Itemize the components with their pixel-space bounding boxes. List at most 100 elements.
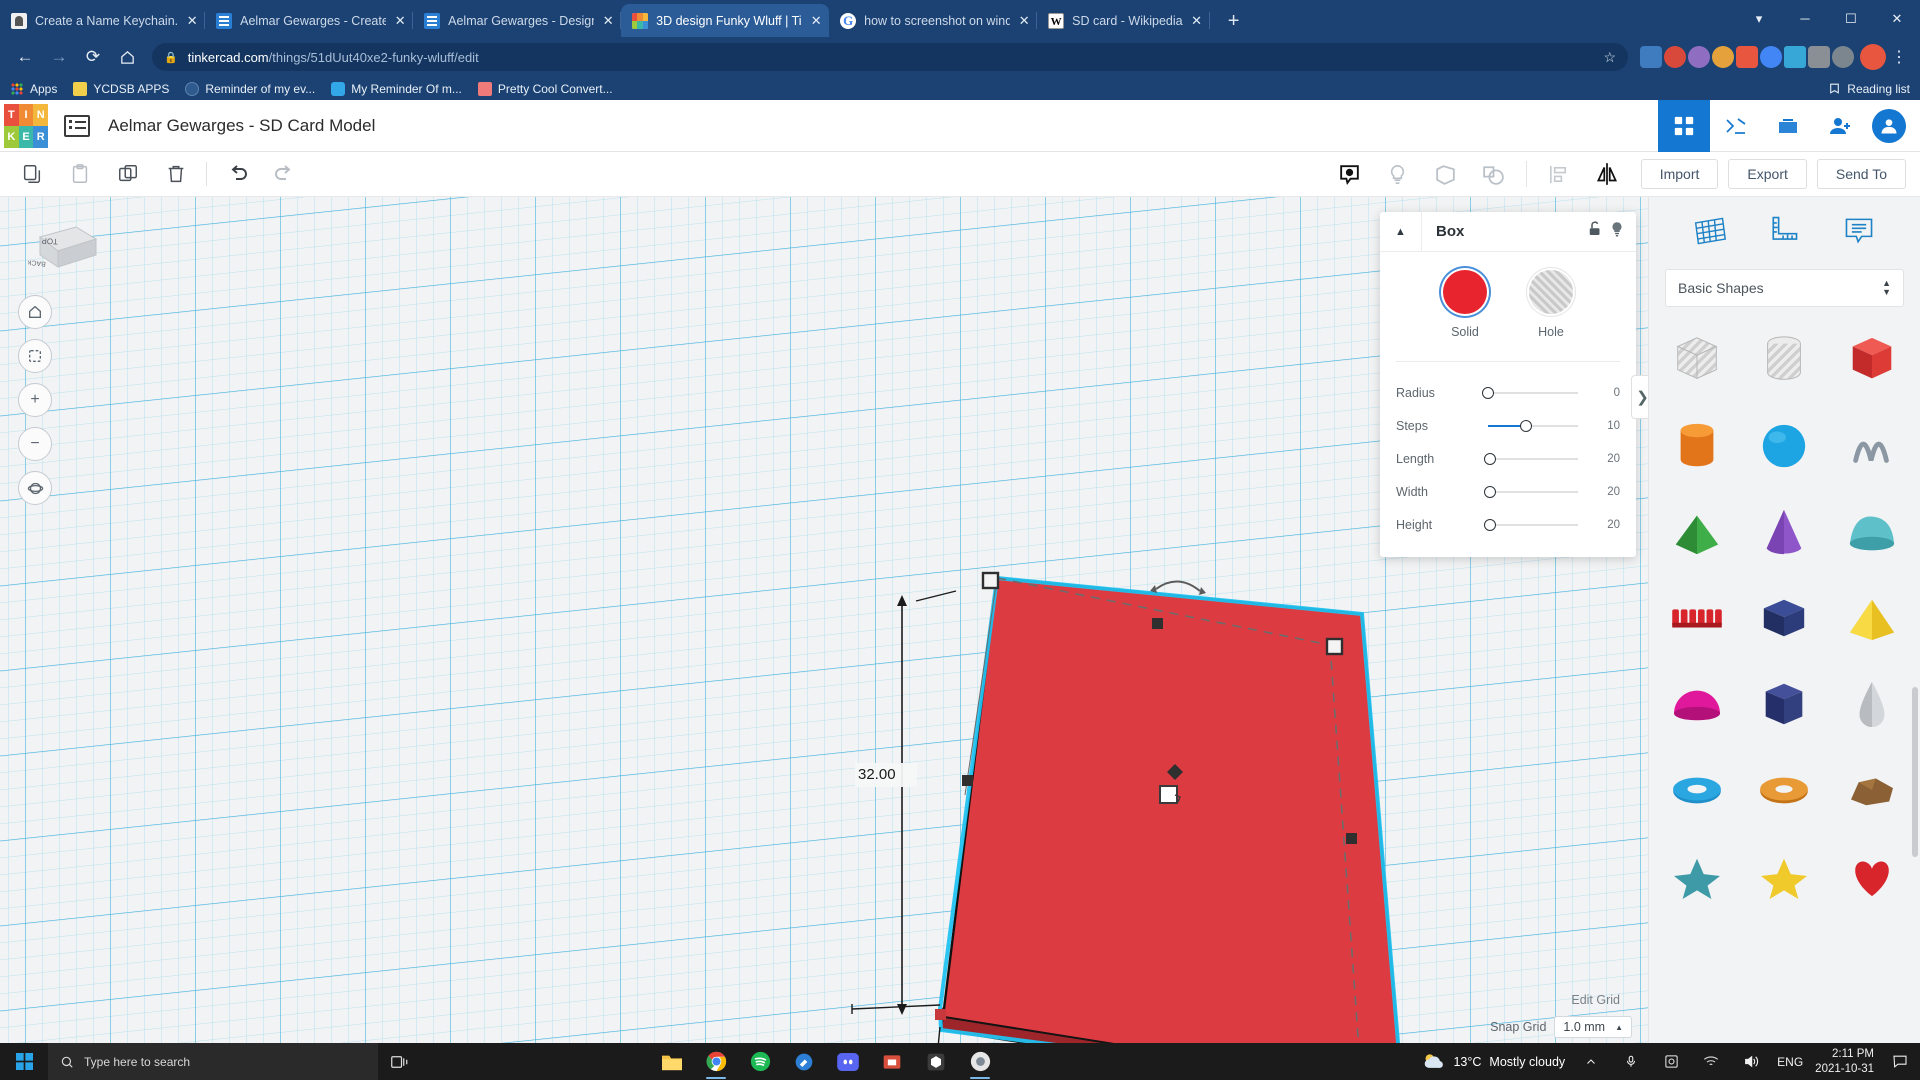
duplicate-icon[interactable] xyxy=(108,157,148,191)
minimize-button[interactable]: ─ xyxy=(1782,0,1828,37)
bookmark-reminder-of-my-ev[interactable]: Reminder of my ev... xyxy=(185,81,315,96)
tinkercad-chrome-icon[interactable] xyxy=(960,1043,1000,1080)
forward-button[interactable]: → xyxy=(42,40,76,74)
extension-icon-7[interactable] xyxy=(1784,46,1806,68)
chevron-up-icon[interactable]: ▲ xyxy=(1380,211,1422,252)
notification-icon[interactable] xyxy=(1886,1054,1914,1069)
slider-knob[interactable] xyxy=(1484,485,1496,498)
browser-menu-icon[interactable]: ⋮ xyxy=(1886,47,1912,67)
property-value[interactable]: 0 xyxy=(1586,387,1620,399)
shape-item-box-hole[interactable] xyxy=(1653,317,1741,403)
url-input[interactable]: 🔒 tinkercad.com/things/51dUut40xe2-funky… xyxy=(152,43,1628,71)
lightbulb-icon[interactable] xyxy=(1378,154,1418,194)
zoom-out-icon[interactable]: − xyxy=(18,427,52,461)
tinkercad-logo[interactable]: TIN KER xyxy=(4,103,48,148)
profile-avatar[interactable] xyxy=(1860,44,1886,70)
nvidia-icon[interactable] xyxy=(1657,1054,1685,1069)
extension-icon-9[interactable] xyxy=(1832,46,1854,68)
shape-item-sphere-blue[interactable] xyxy=(1741,403,1829,489)
import-button[interactable]: Import xyxy=(1640,159,1719,189)
file-explorer-icon[interactable] xyxy=(652,1043,692,1080)
paint-icon[interactable] xyxy=(784,1043,824,1080)
shape-category-select[interactable]: Basic Shapes ▲ ▼ xyxy=(1665,269,1904,307)
extension-icon-1[interactable] xyxy=(1640,46,1662,68)
shape-item-cylinder-orange[interactable] xyxy=(1653,403,1741,489)
unlock-icon[interactable] xyxy=(1586,220,1604,243)
shape-item-teardrop-gray[interactable] xyxy=(1828,661,1916,747)
tab-close-icon[interactable]: ✕ xyxy=(809,13,823,29)
zoom-in-icon[interactable]: + xyxy=(18,383,52,417)
fit-view-icon[interactable] xyxy=(18,339,52,373)
wifi-icon[interactable] xyxy=(1697,1055,1725,1069)
reading-list-button[interactable]: Reading list xyxy=(1828,82,1910,96)
shape-item-scribble-gray[interactable] xyxy=(1828,403,1916,489)
height-slider[interactable] xyxy=(1462,518,1586,532)
volume-icon[interactable] xyxy=(1737,1054,1765,1069)
tab-close-icon[interactable]: ✕ xyxy=(185,13,199,29)
shape-item-rock-brown[interactable] xyxy=(1828,747,1916,833)
steps-slider[interactable] xyxy=(1462,419,1586,433)
shape-item-box-red[interactable] xyxy=(1828,317,1916,403)
browser-tab-5[interactable]: W SD card - Wikipedia ✕ xyxy=(1037,4,1210,37)
taskbar-search[interactable]: Type here to search xyxy=(48,1043,378,1080)
home-button[interactable] xyxy=(110,40,144,74)
shape-item-torus-orange[interactable] xyxy=(1741,747,1829,833)
extension-icon-4[interactable] xyxy=(1712,46,1734,68)
export-button[interactable]: Export xyxy=(1728,159,1807,189)
invite-user-icon[interactable] xyxy=(1814,100,1866,152)
shape-item-pyramid-yellow[interactable] xyxy=(1828,575,1916,661)
shape-item-box-indigo[interactable] xyxy=(1741,661,1829,747)
send-to-button[interactable]: Send To xyxy=(1816,159,1906,189)
account-avatar[interactable] xyxy=(1872,108,1906,143)
bookmark-my-reminder-of-m[interactable]: My Reminder Of m... xyxy=(331,81,462,96)
design-menu-icon[interactable] xyxy=(64,114,90,137)
bookmark-pretty-cool-convert[interactable]: Pretty Cool Convert... xyxy=(477,81,613,96)
property-value[interactable]: 10 xyxy=(1586,420,1620,432)
back-button[interactable]: ← xyxy=(8,40,42,74)
chevron-up-icon[interactable] xyxy=(1577,1056,1605,1068)
shape-item-paraboloid-teal[interactable] xyxy=(1828,489,1916,575)
shape-item-roof-green[interactable] xyxy=(1653,489,1741,575)
bookmark-ycdsb-apps[interactable]: YCDSB APPS xyxy=(73,81,169,96)
mirror-icon[interactable] xyxy=(1587,154,1627,194)
task-view-icon[interactable] xyxy=(378,1043,422,1080)
clock[interactable]: 2:11 PM 2021-10-31 xyxy=(1815,1047,1874,1077)
extension-icon-8[interactable] xyxy=(1808,46,1830,68)
ruler-icon[interactable] xyxy=(1766,214,1802,253)
orbit-icon[interactable] xyxy=(18,471,52,505)
radius-slider[interactable] xyxy=(1462,386,1586,400)
align-icon[interactable] xyxy=(1539,154,1579,194)
tab-close-icon[interactable]: ✕ xyxy=(601,13,615,29)
extension-icon-3[interactable] xyxy=(1688,46,1710,68)
notes-icon[interactable] xyxy=(1330,154,1370,194)
slider-knob[interactable] xyxy=(1520,419,1532,432)
workplane-icon[interactable] xyxy=(1692,214,1728,253)
unity-icon[interactable] xyxy=(916,1043,956,1080)
shape-item-text-red[interactable] xyxy=(1653,575,1741,661)
extension-icon-2[interactable] xyxy=(1664,46,1686,68)
shape-item-cylinder-hole[interactable] xyxy=(1741,317,1829,403)
snap-grid-select[interactable]: 1.0 mm ▲ xyxy=(1554,1016,1632,1038)
shape-item-star-yellow[interactable] xyxy=(1741,833,1829,919)
paste-icon[interactable] xyxy=(60,157,100,191)
property-value[interactable]: 20 xyxy=(1586,519,1620,531)
length-slider[interactable] xyxy=(1462,452,1586,466)
shape-item-heart-red[interactable] xyxy=(1828,833,1916,919)
close-window-button[interactable]: ✕ xyxy=(1874,0,1920,37)
home-view-icon[interactable] xyxy=(18,295,52,329)
grid-apps-icon[interactable] xyxy=(1658,99,1710,152)
lightbulb-icon[interactable] xyxy=(1608,220,1626,243)
spotify-icon[interactable] xyxy=(740,1043,780,1080)
codeblocks-icon[interactable] xyxy=(1710,100,1762,152)
browser-tab-2[interactable]: Aelmar Gewarges - Design & Mo ✕ xyxy=(413,4,622,37)
shape-item-cone-purple[interactable] xyxy=(1741,489,1829,575)
edit-grid-button[interactable]: Edit Grid xyxy=(1559,990,1632,1010)
view-cube[interactable]: TOP BACK xyxy=(26,207,98,271)
gallery-icon[interactable] xyxy=(1762,100,1814,152)
tab-close-icon[interactable]: ✕ xyxy=(1190,13,1204,29)
shape-item-box-navy[interactable] xyxy=(1741,575,1829,661)
ungroup-icon[interactable] xyxy=(1474,154,1514,194)
weather-widget[interactable]: 13°C Mostly cloudy xyxy=(1423,1052,1565,1072)
redo-icon[interactable] xyxy=(265,157,305,191)
property-value[interactable]: 20 xyxy=(1586,486,1620,498)
